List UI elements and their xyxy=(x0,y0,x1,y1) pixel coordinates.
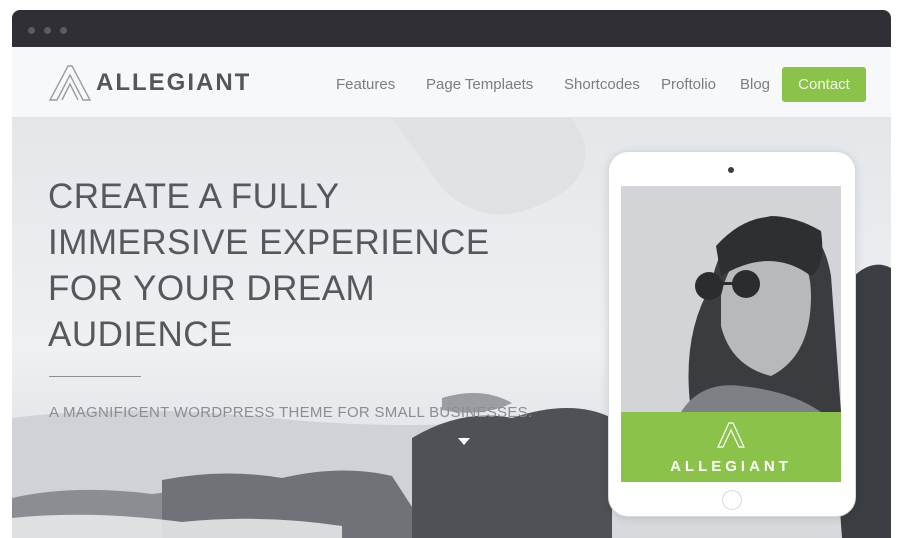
tablet-screen: ALLEGIANT xyxy=(621,186,841,482)
nav-item-features[interactable]: Features xyxy=(336,76,395,93)
tablet-camera-icon xyxy=(728,167,734,173)
hero-headline: CREATE A FULLY IMMERSIVE EXPERIENCE FOR … xyxy=(48,174,508,358)
nav-item-shortcodes[interactable]: Shortcodes xyxy=(564,76,640,93)
close-dot-icon[interactable] xyxy=(28,27,35,34)
hero-headline-line: AUDIENCE xyxy=(48,315,233,354)
hero-section: CREATE A FULLY IMMERSIVE EXPERIENCE FOR … xyxy=(12,118,891,538)
woman-portrait-image xyxy=(621,186,841,412)
maximize-dot-icon[interactable] xyxy=(60,27,67,34)
contact-button[interactable]: Contact xyxy=(782,67,866,102)
hero-headline-line: CREATE A FULLY xyxy=(48,177,340,216)
browser-window: ALLEGIANT Features Page Templaets Shortc… xyxy=(12,10,891,538)
nav-item-portfolio[interactable]: Proftolio xyxy=(661,76,716,93)
hero-headline-line: FOR YOUR DREAM xyxy=(48,269,376,308)
hero-subtitle: A MAGNIFICENT WORDPRESS THEME FOR SMALL … xyxy=(49,404,533,421)
tablet-brand-text: ALLEGIANT xyxy=(670,458,792,475)
nav-item-page-templates[interactable]: Page Templaets xyxy=(426,76,533,93)
chevron-down-icon[interactable] xyxy=(458,438,470,446)
site-header: ALLEGIANT Features Page Templaets Shortc… xyxy=(12,47,891,118)
allegiant-logo-icon xyxy=(717,422,745,448)
brand-logo-text[interactable]: ALLEGIANT xyxy=(96,69,251,97)
tablet-mockup: ALLEGIANT xyxy=(608,151,856,517)
tablet-home-button-icon xyxy=(722,490,742,510)
allegiant-logo-icon[interactable] xyxy=(48,64,92,102)
minimize-dot-icon[interactable] xyxy=(44,27,51,34)
hero-divider xyxy=(49,376,141,377)
hero-headline-line: IMMERSIVE EXPERIENCE xyxy=(48,223,490,262)
browser-title-bar xyxy=(12,10,891,47)
nav-item-blog[interactable]: Blog xyxy=(740,76,770,93)
